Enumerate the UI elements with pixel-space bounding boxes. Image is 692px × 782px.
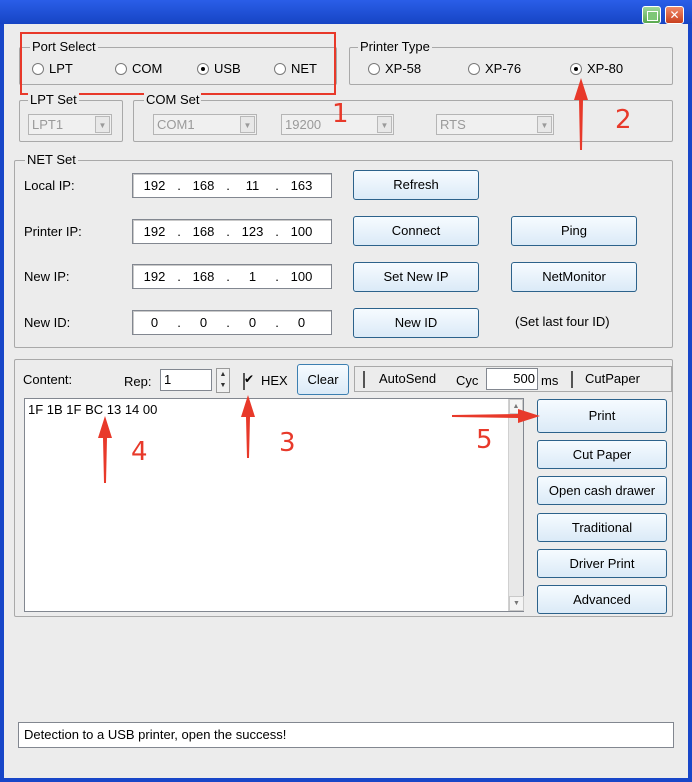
arrow-up-to-content [98, 416, 112, 483]
arrow-up-to-xp80 [574, 78, 588, 150]
annotation-arrows [98, 78, 588, 483]
arrow-right-to-print [452, 409, 540, 423]
arrow-up-to-hex [241, 395, 255, 458]
